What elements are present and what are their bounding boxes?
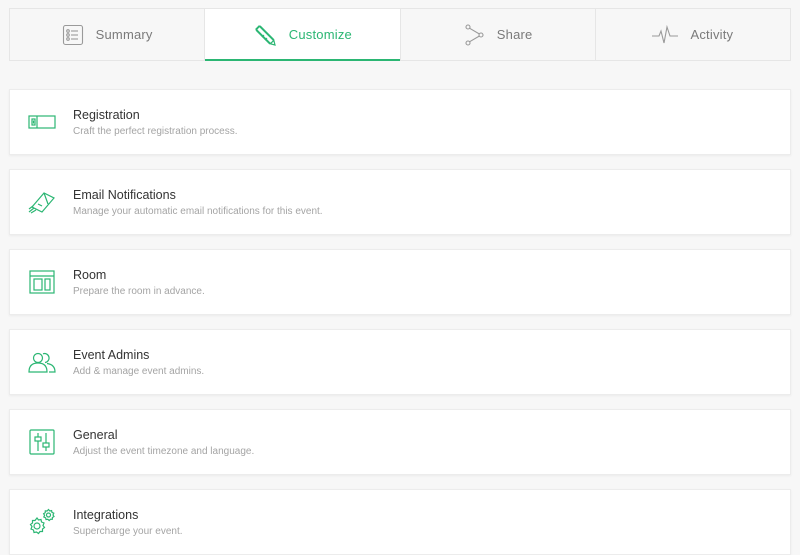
card-title: Email Notifications bbox=[73, 187, 176, 202]
paper-plane-icon bbox=[10, 170, 73, 234]
event-admins-card[interactable]: Event Admins Add & manage event admins. bbox=[9, 329, 791, 395]
pencil-ruler-icon bbox=[253, 23, 277, 47]
tab-summary[interactable]: Summary bbox=[10, 9, 206, 60]
tab-label: Summary bbox=[95, 27, 153, 42]
users-icon bbox=[10, 330, 73, 394]
card-title: Integrations bbox=[73, 507, 139, 522]
ticket-icon bbox=[10, 90, 73, 154]
tab-label: Share bbox=[496, 27, 533, 42]
tab-label: Activity bbox=[690, 27, 734, 42]
room-layout-icon bbox=[10, 250, 73, 314]
gears-icon bbox=[10, 490, 73, 554]
card-title: Registration bbox=[73, 107, 140, 122]
card-description: Add & manage event admins. bbox=[73, 365, 205, 377]
tab-customize[interactable]: Customize bbox=[205, 9, 401, 61]
card-title: General bbox=[73, 427, 118, 442]
room-card[interactable]: Room Prepare the room in advance. bbox=[9, 249, 791, 315]
tab-activity[interactable]: Activity bbox=[596, 9, 790, 60]
tab-share[interactable]: Share bbox=[401, 9, 596, 60]
card-description: Prepare the room in advance. bbox=[73, 285, 205, 297]
general-card[interactable]: General Adjust the event timezone and la… bbox=[9, 409, 791, 475]
sliders-icon bbox=[10, 410, 73, 474]
card-title: Room bbox=[73, 267, 107, 282]
card-description: Craft the perfect registration process. bbox=[73, 125, 238, 137]
pulse-icon bbox=[652, 24, 679, 45]
tab-label: Customize bbox=[288, 27, 352, 42]
list-icon bbox=[62, 24, 84, 46]
card-description: Manage your automatic email notification… bbox=[73, 205, 323, 217]
card-description: Adjust the event timezone and language. bbox=[73, 445, 255, 457]
email-notifications-card[interactable]: Email Notifications Manage your automati… bbox=[9, 169, 791, 235]
share-icon bbox=[463, 23, 485, 46]
registration-card[interactable]: Registration Craft the perfect registrat… bbox=[9, 89, 791, 155]
card-description: Supercharge your event. bbox=[73, 525, 183, 537]
tab-bar: Summary Customize Share Activity bbox=[9, 8, 791, 61]
card-title: Event Admins bbox=[73, 347, 150, 362]
integrations-card[interactable]: Integrations Supercharge your event. bbox=[9, 489, 791, 555]
